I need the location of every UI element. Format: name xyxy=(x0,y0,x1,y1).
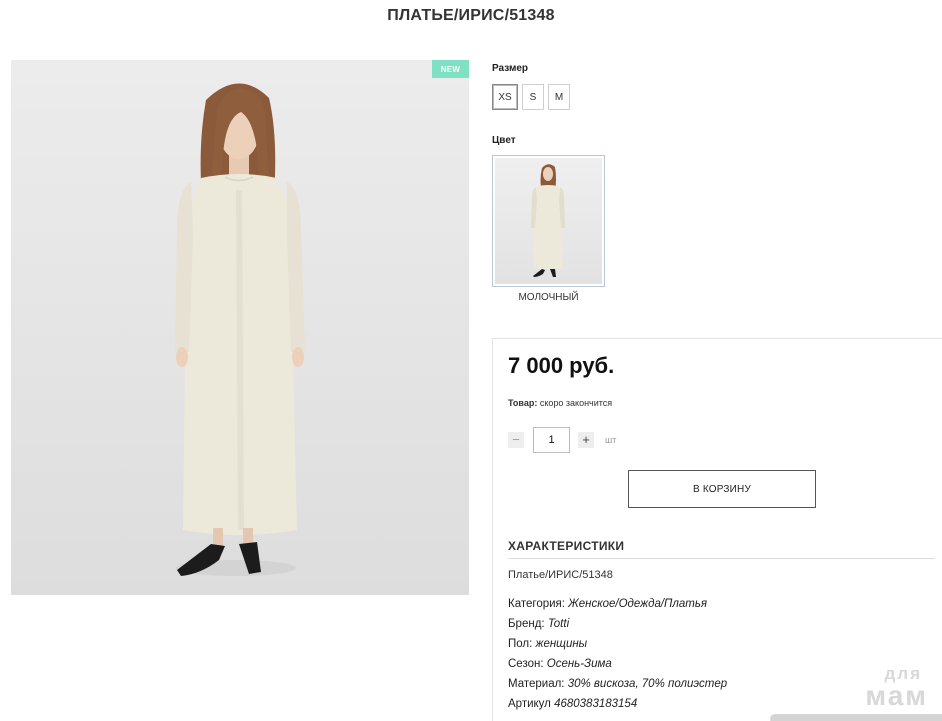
spec-value: женщины xyxy=(535,638,588,650)
color-swatch-thumbnail xyxy=(495,158,602,284)
spec-key: Категория: xyxy=(508,598,565,610)
spec-key: Бренд: xyxy=(508,618,545,630)
specs-title: ХАРАКТЕРИСТИКИ xyxy=(508,539,935,559)
add-to-cart-button[interactable]: В КОРЗИНУ xyxy=(628,470,816,508)
color-swatch-milky[interactable] xyxy=(492,155,605,287)
quantity-input[interactable] xyxy=(533,427,570,453)
buy-box: 7 000 руб. Товар: скоро закончится − + ш… xyxy=(492,338,942,721)
size-label: Размер xyxy=(492,63,529,74)
page-title: ПЛАТЬЕ/ИРИС/51348 xyxy=(387,7,555,24)
spec-row-category: Категория: Женское/Одежда/Платья xyxy=(508,594,727,614)
specs-list: Категория: Женское/Одежда/Платья Бренд: … xyxy=(508,594,727,714)
model-illustration xyxy=(175,83,305,576)
quantity-decrease-button[interactable]: − xyxy=(508,432,524,448)
site-watermark-logo: для мам xyxy=(865,665,928,710)
spec-key: Сезон: xyxy=(508,658,544,670)
price: 7 000 руб. xyxy=(508,353,615,378)
spec-value: Totti xyxy=(547,618,570,630)
color-label: Цвет xyxy=(492,135,516,146)
spec-row-article: Артикул 4680383183154 xyxy=(508,694,727,714)
spec-value: 4680383183154 xyxy=(554,698,638,710)
size-option-xs[interactable]: XS xyxy=(492,84,518,110)
spec-row-material: Материал: 30% вискоза, 70% полиэстер xyxy=(508,674,727,694)
watermark-big-text: мам xyxy=(865,680,928,711)
new-badge: NEW xyxy=(432,60,469,78)
size-option-m[interactable]: M xyxy=(548,84,570,110)
quantity-increase-button[interactable]: + xyxy=(578,432,594,448)
horizontal-scrollbar[interactable] xyxy=(770,714,942,721)
spec-row-brand: Бренд: Totti xyxy=(508,614,727,634)
spec-value: 30% вискоза, 70% полиэстер xyxy=(567,678,728,690)
spec-row-gender: Пол: женщины xyxy=(508,634,727,654)
stock-status: Товар: скоро закончится xyxy=(508,398,612,408)
stock-label: Товар: xyxy=(508,398,538,408)
spec-value: Женское/Одежда/Платья xyxy=(568,598,708,610)
size-selector: XS S M xyxy=(492,84,570,110)
product-photo[interactable]: NEW xyxy=(11,60,469,595)
spec-key: Артикул xyxy=(508,698,551,710)
spec-value: Осень-Зима xyxy=(546,658,612,670)
quantity-unit: шт xyxy=(605,435,617,445)
color-name: МОЛОЧНЫЙ xyxy=(518,292,579,303)
size-option-s[interactable]: S xyxy=(522,84,544,110)
swatch-model-illustration xyxy=(531,164,565,277)
spec-key: Пол: xyxy=(508,638,533,650)
stock-value: скоро закончится xyxy=(539,398,613,408)
spec-key: Материал: xyxy=(508,678,565,690)
spec-row-season: Сезон: Осень-Зима xyxy=(508,654,727,674)
specs-sku-line: Платье/ИРИС/51348 xyxy=(508,569,613,581)
